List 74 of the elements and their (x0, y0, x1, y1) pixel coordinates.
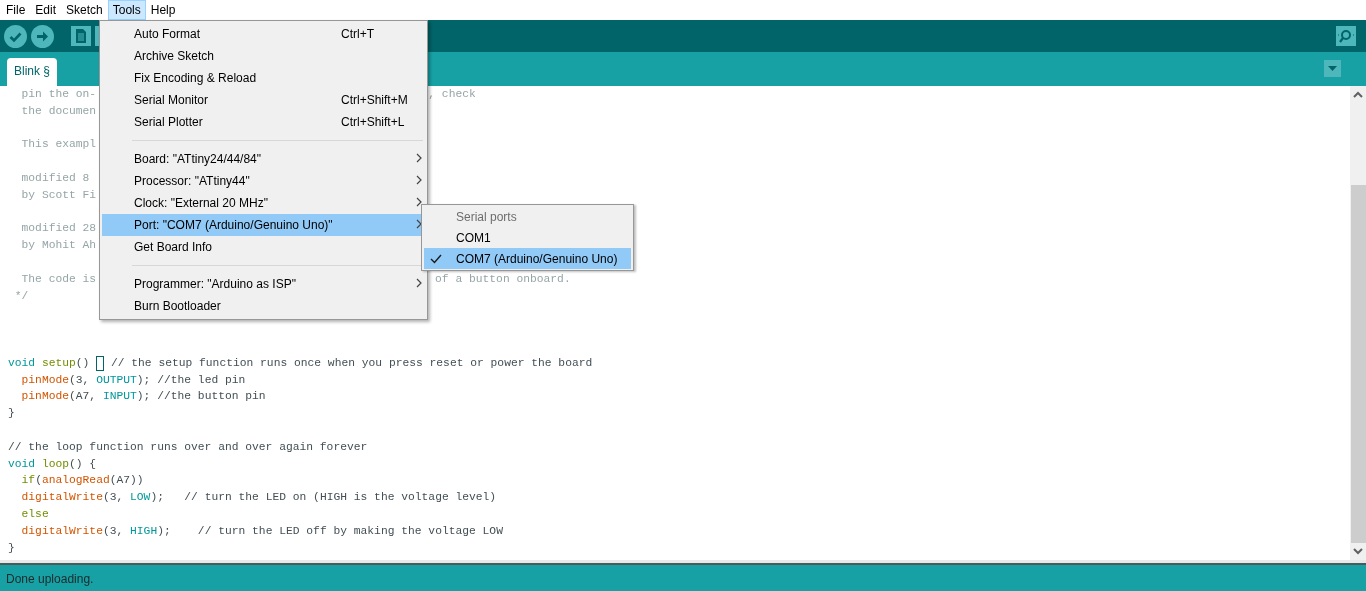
code-text: // the loop function runs over and over again forever (8, 439, 368, 455)
code-text: } (8, 540, 15, 556)
code-text: // turn the LED on (HIGH is the voltage level) (184, 490, 497, 506)
code-text: , check (428, 87, 476, 102)
menu-item[interactable]: Programmer: "Arduino as ISP" (102, 273, 425, 295)
code-text: ); (136, 389, 152, 405)
menu-item[interactable]: Help (145, 0, 181, 20)
new-file-icon[interactable] (71, 26, 91, 46)
menu-item[interactable]: Archive Sketch (102, 45, 425, 67)
code-text: */ (13, 288, 29, 304)
menu-item[interactable]: Board: "ATtiny24/44/84" (102, 148, 425, 170)
code-text: (A7, (69, 389, 98, 405)
upload-icon[interactable] (31, 24, 54, 48)
code-text: else (20, 506, 49, 522)
code-text: INPUT (102, 389, 137, 405)
code-text: modified 8 (20, 171, 90, 186)
code-text: () (75, 355, 91, 371)
bracket-highlight (96, 355, 105, 371)
code-text: The code is (20, 271, 97, 287)
menu-item[interactable]: Sketch (61, 0, 108, 20)
code-text: //the button pin (157, 389, 266, 405)
code-text: digitalWrite (20, 490, 103, 506)
code-text: (3, (102, 490, 125, 506)
code-text: if (20, 473, 36, 489)
code-text: () { (69, 456, 97, 472)
scroll-thumb[interactable] (1351, 185, 1366, 543)
code-text: modified 28 (20, 221, 97, 237)
status-message: Done uploading. (0, 563, 1366, 591)
scrollbar[interactable] (1350, 86, 1366, 560)
code-text: the documen (20, 103, 97, 119)
code-text: //the led pin (157, 372, 246, 388)
code-text: by Mohit Ah (20, 238, 97, 254)
tab-menu-icon[interactable] (1324, 60, 1341, 77)
code-text: OUTPUT (96, 372, 137, 388)
code-text: This exampl (20, 137, 97, 153)
code-text: (3, (69, 372, 91, 388)
code-text: } (8, 406, 15, 422)
code-text: digitalWrite (20, 523, 103, 539)
port-option[interactable]: COM7 (Arduino/Genuino Uno) (424, 248, 631, 269)
code-text: LOW (130, 490, 151, 506)
code-text: setup (40, 355, 76, 371)
code-text: loop (40, 456, 70, 472)
code-text: (A7)) (109, 473, 144, 489)
menu-item[interactable]: Tools (107, 0, 146, 20)
code-text: pinMode (20, 372, 69, 388)
code-text: void (8, 456, 36, 472)
menu-item[interactable]: Processor: "ATtiny44" (102, 170, 425, 192)
code-text: void (8, 355, 36, 371)
sketch-tab[interactable]: Blink § (7, 58, 58, 86)
menu-item[interactable]: Auto Format Ctrl+T (102, 23, 425, 45)
code-text: ( (35, 473, 42, 489)
code-text: by Scott Fi (20, 187, 97, 203)
code-text: (3, (102, 523, 125, 539)
code-text: ); (136, 372, 152, 388)
menu-item[interactable]: Edit (30, 0, 62, 20)
menu-item[interactable]: File (1, 0, 31, 20)
serial-monitor-icon[interactable] (1336, 26, 1356, 46)
code-text: // the setup function runs once when you press reset or power the board (109, 355, 593, 371)
menu-item[interactable]: Fix Encoding & Reload (102, 67, 425, 89)
menu-item[interactable]: Get Board Info (102, 236, 425, 258)
code-text: HIGH (130, 523, 158, 539)
submenu-header: Serial ports (455, 208, 518, 226)
code-text: ); (150, 490, 165, 506)
verify-icon[interactable] (4, 24, 27, 48)
port-option[interactable]: COM1 (424, 227, 631, 248)
code-text: of a button onboard. (434, 271, 571, 287)
code-text: ); (157, 523, 172, 539)
code-text: // turn the LED off by making the voltage LOW (197, 523, 503, 539)
menu-item[interactable]: Burn Bootloader (102, 295, 425, 317)
menu-item[interactable]: Serial Plotter Ctrl+Shift+L (102, 111, 425, 133)
code-text: analogRead (41, 473, 110, 489)
code-text: pinMode (20, 389, 69, 405)
code-text: pin the on- (20, 87, 97, 102)
menu-item[interactable]: Serial Monitor Ctrl+Shift+M (102, 89, 425, 111)
